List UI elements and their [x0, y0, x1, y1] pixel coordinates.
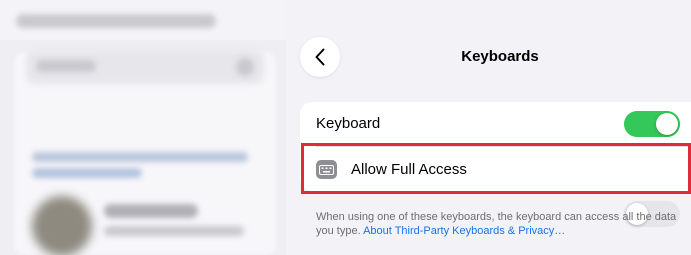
sidebar-text-blurred-2 [32, 168, 142, 178]
chevron-left-icon [315, 48, 325, 66]
keyboard-row: Keyboard [300, 102, 691, 146]
settings-group: Keyboard Allow Full Access [300, 102, 691, 227]
keyboard-label: Keyboard [316, 115, 381, 132]
account-subtitle-blurred [104, 226, 244, 236]
microphone-icon [236, 58, 254, 76]
allow-full-access-label: Allow Full Access [351, 161, 467, 178]
status-bar-left-blurred [16, 14, 216, 28]
avatar [32, 196, 92, 255]
footer-note: When using one of these keyboards, the k… [316, 210, 684, 238]
sidebar-text-blurred [32, 152, 248, 162]
allow-full-access-row: Allow Full Access [300, 147, 691, 227]
back-button[interactable] [300, 37, 340, 77]
sidebar-search-text-blurred [36, 60, 96, 72]
keyboard-toggle[interactable] [624, 111, 680, 137]
keyboard-icon [316, 160, 337, 179]
privacy-link[interactable]: About Third-Party Keyboards & Privacy… [363, 225, 565, 237]
page-title: Keyboards [461, 48, 539, 65]
account-name-blurred [104, 204, 198, 218]
toggle-knob [656, 113, 678, 135]
